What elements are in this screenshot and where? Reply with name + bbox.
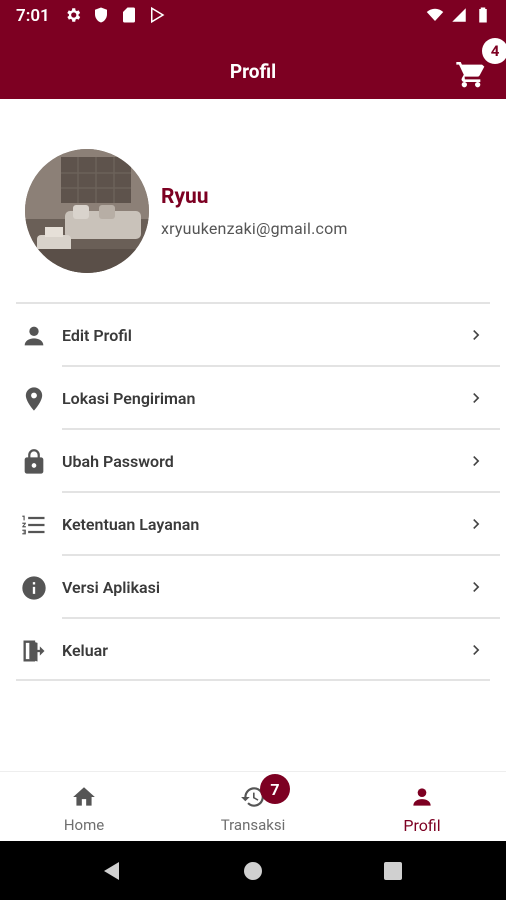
app-bar: 7:01 Profil bbox=[0, 0, 506, 99]
user-name: Ryuu bbox=[161, 185, 209, 209]
user-email: xryuukenzaki@gmail.com bbox=[161, 219, 348, 238]
bottom-navigation: Home Transaksi Profil bbox=[0, 771, 506, 841]
list-numbered-icon bbox=[20, 511, 48, 539]
status-bar: 7:01 bbox=[0, 0, 506, 32]
chevron-right-icon bbox=[466, 577, 486, 597]
cart-icon bbox=[455, 62, 487, 94]
menu-item-lokasi-pengiriman[interactable]: Lokasi Pengiriman bbox=[0, 367, 506, 430]
chevron-right-icon bbox=[466, 640, 486, 660]
location-pin-icon bbox=[20, 385, 48, 413]
nav-profil-label: Profil bbox=[403, 816, 441, 835]
system-navigation-bar bbox=[0, 841, 506, 900]
status-notification-icons bbox=[64, 6, 166, 28]
menu-item-label: Versi Aplikasi bbox=[62, 578, 160, 597]
back-icon[interactable] bbox=[100, 859, 124, 883]
chevron-right-icon bbox=[466, 388, 486, 408]
battery-icon bbox=[474, 6, 492, 28]
profile-menu: Edit Profil Lokasi Pengiriman Ubah Passw… bbox=[0, 304, 506, 682]
transaksi-count-badge: 7 bbox=[260, 774, 290, 804]
info-icon bbox=[20, 574, 48, 602]
nav-transaksi[interactable]: Transaksi bbox=[169, 772, 337, 842]
nav-home-label: Home bbox=[63, 816, 105, 834]
menu-item-label: Keluar bbox=[62, 641, 108, 660]
nav-profil[interactable]: Profil bbox=[338, 772, 506, 842]
menu-item-label: Lokasi Pengiriman bbox=[62, 389, 196, 408]
page-title: Profil bbox=[229, 60, 277, 83]
home-circle-icon[interactable] bbox=[241, 859, 265, 883]
signal-icon bbox=[450, 6, 468, 28]
person-icon bbox=[409, 784, 435, 810]
nav-transaksi-label: Transaksi bbox=[220, 816, 286, 834]
settings-icon bbox=[64, 6, 82, 28]
menu-item-label: Ketentuan Layanan bbox=[62, 515, 200, 534]
menu-item-edit-profil[interactable]: Edit Profil bbox=[0, 304, 506, 367]
menu-item-versi-aplikasi[interactable]: Versi Aplikasi bbox=[0, 556, 506, 619]
wifi-icon bbox=[426, 6, 444, 28]
home-icon bbox=[71, 784, 97, 810]
lock-icon bbox=[20, 448, 48, 476]
shield-icon bbox=[92, 6, 110, 28]
avatar[interactable] bbox=[25, 149, 149, 273]
menu-item-label: Edit Profil bbox=[62, 326, 132, 345]
menu-item-ubah-password[interactable]: Ubah Password bbox=[0, 430, 506, 493]
status-time: 7:01 bbox=[16, 6, 50, 26]
person-icon bbox=[20, 322, 48, 350]
menu-item-keluar[interactable]: Keluar bbox=[0, 619, 506, 682]
chevron-right-icon bbox=[466, 325, 486, 345]
nav-home[interactable]: Home bbox=[0, 772, 168, 842]
chevron-right-icon bbox=[466, 514, 486, 534]
status-system-icons bbox=[426, 6, 492, 28]
divider bbox=[16, 679, 490, 681]
play-store-icon bbox=[148, 6, 166, 28]
cart-button[interactable] bbox=[455, 58, 487, 90]
cart-count-badge: 4 bbox=[482, 38, 506, 64]
recents-icon[interactable] bbox=[381, 859, 405, 883]
chevron-right-icon bbox=[466, 451, 486, 471]
menu-item-ketentuan-layanan[interactable]: Ketentuan Layanan bbox=[0, 493, 506, 556]
sd-card-icon bbox=[120, 6, 138, 28]
logout-icon bbox=[20, 637, 48, 665]
menu-item-label: Ubah Password bbox=[62, 452, 174, 471]
